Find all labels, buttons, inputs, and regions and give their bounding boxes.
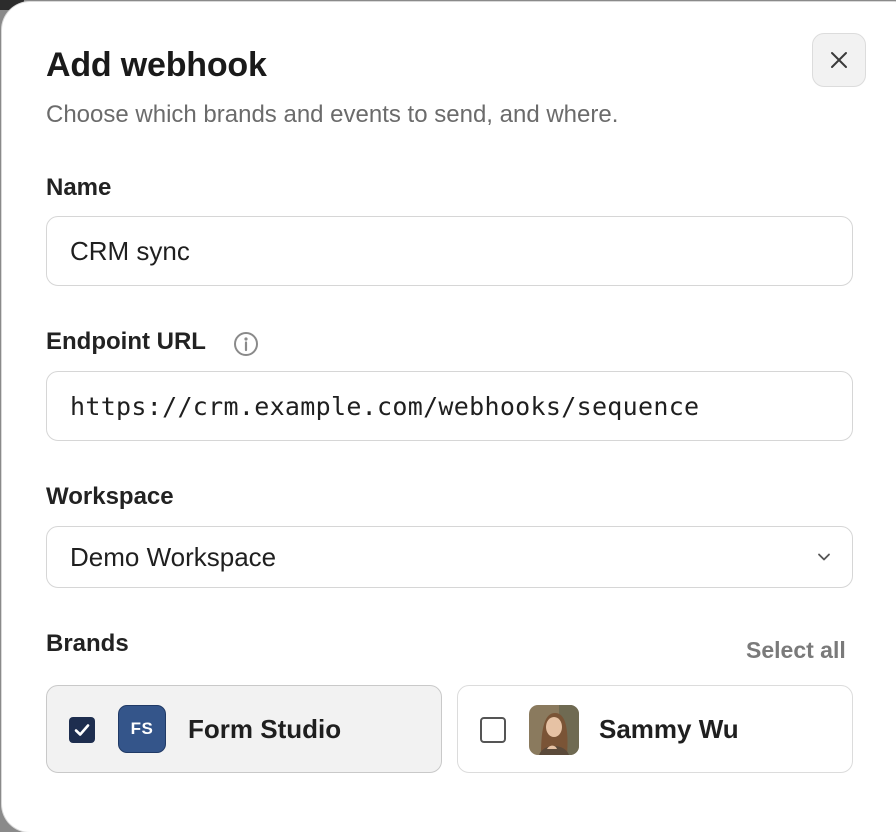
name-input[interactable]: CRM sync [46,216,853,286]
brand-card-sammy-wu[interactable]: Sammy Wu [457,685,853,773]
endpoint-url-value: https://crm.example.com/webhooks/sequenc… [70,391,700,421]
brand-card-form-studio[interactable]: FS Form Studio [46,685,442,773]
workspace-select-value: Demo Workspace [70,541,277,572]
close-icon [831,52,847,68]
add-webhook-dialog: Add webhook Choose which brands and even… [2,2,896,832]
brand-checkbox-sammy-wu[interactable] [480,717,506,743]
workspace-label: Workspace [46,483,174,510]
name-label: Name [46,174,112,201]
dialog-subtitle: Choose which brands and events to send, … [46,101,619,128]
brand-logo-form-studio: FS [118,705,166,753]
dialog-title: Add webhook [46,46,267,84]
name-input-value: CRM sync [70,235,190,266]
endpoint-url-label: Endpoint URL [46,328,206,355]
chevron-down-icon [818,553,830,561]
workspace-select[interactable]: Demo Workspace [46,526,853,588]
endpoint-url-input[interactable]: https://crm.example.com/webhooks/sequenc… [46,371,853,441]
close-button[interactable] [812,33,866,87]
brand-name-form-studio: Form Studio [188,714,342,744]
brands-label: Brands [46,630,129,657]
select-all-link[interactable]: Select all [746,637,846,664]
checkmark-icon [74,724,90,736]
avatar [529,705,579,755]
info-icon[interactable] [233,331,259,357]
brand-name-sammy-wu: Sammy Wu [599,714,739,744]
brand-checkbox-form-studio[interactable] [69,717,95,743]
